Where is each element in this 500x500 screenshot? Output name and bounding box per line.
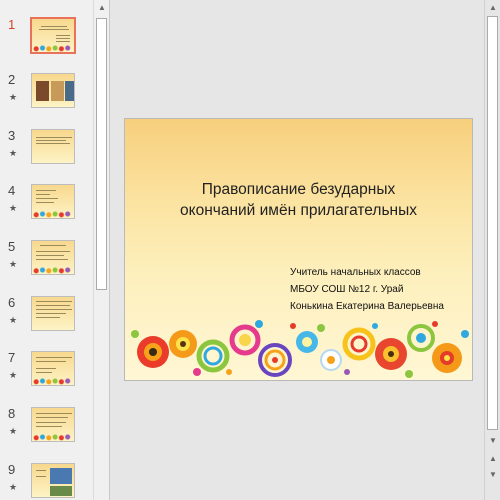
scroll-down-arrow-icon[interactable]: ▼	[486, 434, 500, 447]
animation-star-icon: ★	[9, 370, 18, 380]
slide-thumbnail[interactable]	[31, 240, 75, 275]
slide-thumbnail[interactable]	[30, 17, 76, 54]
slide-canvas[interactable]: Правописание безударных окончаний имён п…	[124, 118, 473, 381]
flower-red-icon	[375, 338, 407, 370]
slide-number: 9	[8, 462, 16, 477]
slide-number: 1	[8, 17, 16, 32]
thumbnail-item-1[interactable]: 1	[0, 17, 92, 58]
flower-blue-icon	[296, 331, 318, 353]
thumbnail-item-3[interactable]: 3 ★	[0, 128, 92, 169]
ring-icon	[229, 324, 261, 356]
thumbnail-item-4[interactable]: 4 ★	[0, 183, 92, 224]
ring-icon	[258, 343, 292, 377]
slide-thumbnail[interactable]	[31, 73, 75, 108]
slide-editing-area[interactable]: Правописание безударных окончаний имён п…	[110, 0, 484, 500]
animation-star-icon: ★	[9, 92, 18, 102]
slide-number: 3	[8, 128, 16, 143]
flower-orange-icon	[432, 343, 462, 373]
ring-icon	[407, 324, 435, 352]
thumbnail-scrollbar[interactable]: ▲	[93, 0, 109, 500]
slide-thumbnail[interactable]	[31, 184, 75, 219]
thumbnail-item-6[interactable]: 6 ★	[0, 295, 92, 336]
thumbnail-item-5[interactable]: 5 ★	[0, 239, 92, 280]
thumbnail-item-2[interactable]: 2 ★	[0, 72, 92, 113]
thumbnail-item-7[interactable]: 7 ★	[0, 350, 92, 391]
next-slide-icon[interactable]: ▼	[486, 468, 500, 481]
scroll-up-arrow-icon[interactable]: ▲	[95, 1, 109, 15]
slide-thumbnail[interactable]	[31, 463, 75, 498]
flower-white-icon	[320, 349, 342, 371]
scrollbar-thumb[interactable]	[96, 18, 107, 290]
animation-star-icon: ★	[9, 148, 18, 158]
slide-number: 4	[8, 183, 16, 198]
previous-slide-icon[interactable]: ▲	[486, 452, 500, 465]
slide-subtitle[interactable]: Учитель начальных классов МБОУ СОШ №12 г…	[290, 264, 444, 315]
slide-thumbnail[interactable]	[31, 351, 75, 386]
scrollbar-thumb[interactable]	[487, 16, 498, 430]
flower-red-icon	[137, 336, 169, 368]
slide-number: 6	[8, 295, 16, 310]
scroll-up-arrow-icon[interactable]: ▲	[486, 1, 500, 14]
animation-star-icon: ★	[9, 426, 18, 436]
animation-star-icon: ★	[9, 203, 18, 213]
slide-title[interactable]: Правописание безударных окончаний имён п…	[125, 179, 472, 221]
thumbnail-item-9[interactable]: 9 ★	[0, 462, 92, 500]
animation-star-icon: ★	[9, 259, 18, 269]
flower-orange-icon	[169, 330, 197, 358]
slide-number: 7	[8, 350, 16, 365]
ring-icon	[196, 339, 230, 373]
animation-star-icon: ★	[9, 315, 18, 325]
ring-icon	[342, 327, 376, 361]
slide-number: 5	[8, 239, 16, 254]
slide-thumbnail-pane[interactable]: 1 2 ★ 3 ★ 4 ★ 5 ★ 6 ★ 7 ★ 8 ★ 9 ★ ▲	[0, 0, 110, 500]
main-scrollbar[interactable]: ▲ ▼ ▲ ▼	[484, 0, 500, 500]
slide-thumbnail[interactable]	[31, 407, 75, 442]
slide-thumbnail[interactable]	[31, 129, 75, 164]
slide-number: 8	[8, 406, 16, 421]
slide-number: 2	[8, 72, 16, 87]
flower-decoration	[131, 320, 469, 378]
thumbnail-item-8[interactable]: 8 ★	[0, 406, 92, 447]
slide-thumbnail[interactable]	[31, 296, 75, 331]
animation-star-icon: ★	[9, 482, 18, 492]
